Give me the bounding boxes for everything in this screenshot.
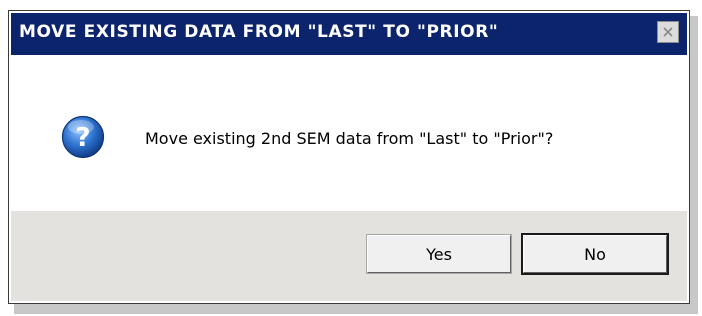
button-bar: Yes No (11, 211, 687, 301)
dialog-body: ? Move existing 2nd SEM data from "Last"… (11, 55, 687, 211)
title-bar[interactable]: MOVE EXISTING DATA FROM "LAST" TO "PRIOR… (11, 13, 687, 55)
message-dialog: MOVE EXISTING DATA FROM "LAST" TO "PRIOR… (8, 10, 690, 304)
dialog-title: MOVE EXISTING DATA FROM "LAST" TO "PRIOR… (19, 22, 499, 42)
yes-button[interactable]: Yes (367, 235, 511, 273)
question-icon: ? (61, 115, 105, 159)
close-icon (662, 23, 674, 42)
no-button[interactable]: No (523, 235, 667, 273)
svg-text:?: ? (75, 123, 90, 153)
close-button[interactable] (657, 21, 679, 43)
dialog-message: Move existing 2nd SEM data from "Last" t… (145, 129, 554, 148)
